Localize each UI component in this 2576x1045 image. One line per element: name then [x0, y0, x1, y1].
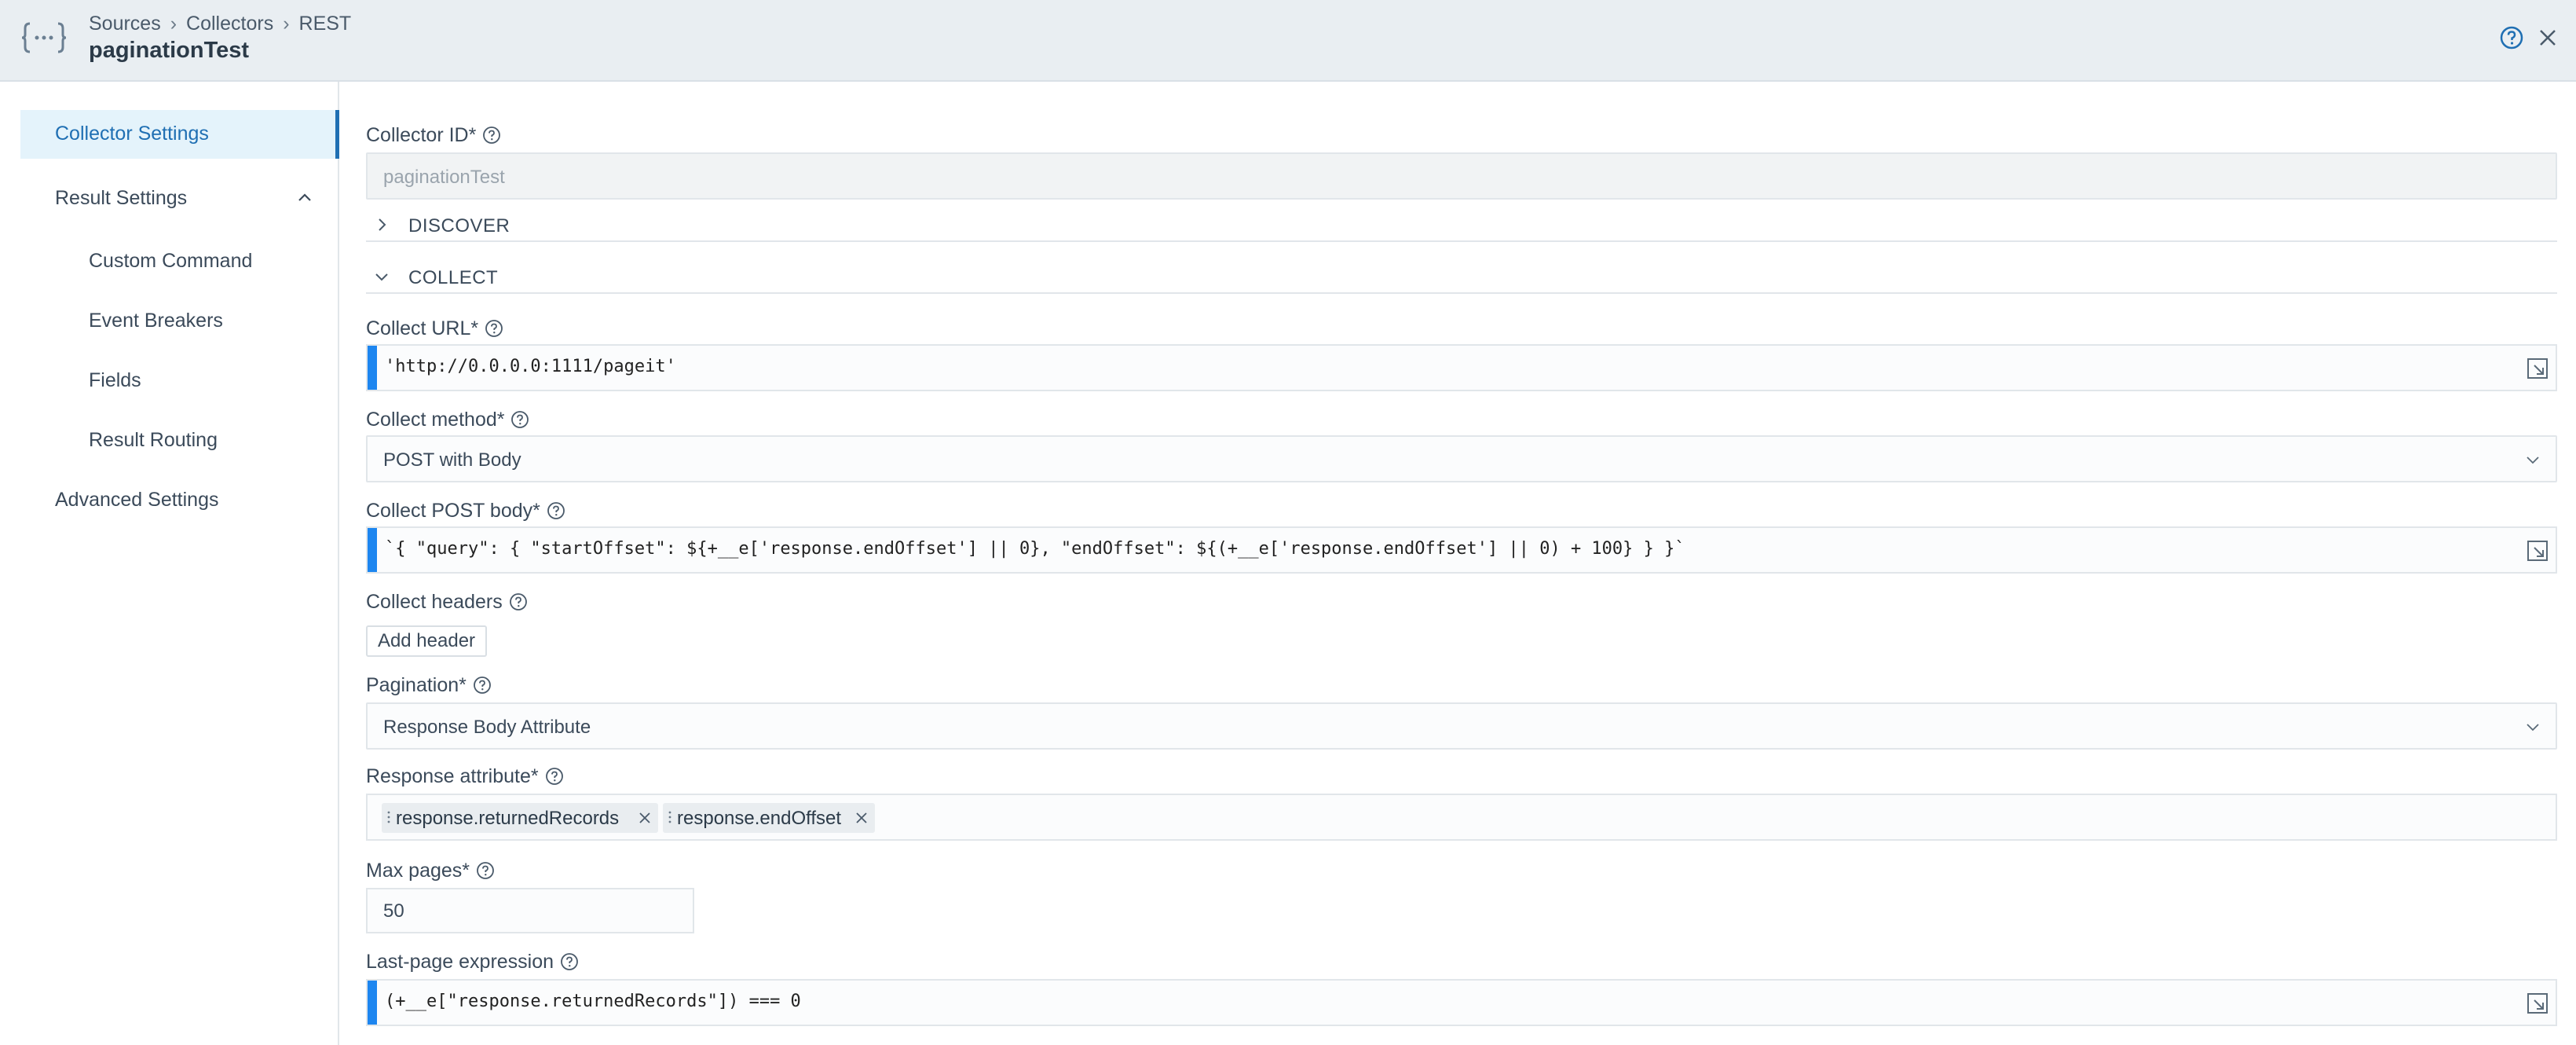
rest-collector-icon [22, 22, 66, 53]
tag-label: response.returnedRecords [396, 808, 620, 829]
last-page-expression-value: (+__e["response.returnedRecords"]) === 0 [385, 992, 801, 1011]
sidebar-item-custom-command[interactable]: Custom Command [89, 250, 252, 273]
help-icon[interactable] [2499, 25, 2524, 50]
expand-editor-icon[interactable] [2526, 539, 2549, 563]
response-attribute-label: Response attribute* [366, 765, 564, 788]
collect-url-value: 'http://0.0.0.0:1111/pageit' [385, 357, 676, 376]
collect-post-body-label: Collect POST body* [366, 500, 565, 522]
breadcrumb-rest[interactable]: REST [299, 13, 352, 35]
expand-editor-icon[interactable] [2526, 357, 2549, 380]
help-icon[interactable] [476, 861, 495, 880]
breadcrumb-collectors[interactable]: Collectors [186, 13, 273, 35]
page-title: paginationTest [89, 38, 250, 63]
breadcrumb-separator: › [170, 13, 177, 35]
help-icon[interactable] [510, 410, 529, 429]
remove-tag-icon[interactable] [854, 811, 869, 825]
help-icon[interactable] [473, 676, 492, 695]
add-header-button[interactable]: Add header [366, 625, 487, 657]
max-pages-value: 50 [383, 900, 404, 922]
header-bar: Sources › Collectors › REST paginationTest [0, 0, 2576, 82]
response-attribute-tag[interactable]: response.endOffset [663, 803, 875, 833]
breadcrumb-separator: › [283, 13, 290, 35]
sidebar-item-result-settings[interactable]: Result Settings [55, 187, 187, 210]
max-pages-label: Max pages* [366, 860, 495, 882]
drag-handle-icon[interactable] [386, 810, 391, 824]
chevron-down-icon [2527, 456, 2539, 464]
pagination-value: Response Body Attribute [383, 717, 591, 738]
help-icon[interactable] [547, 501, 565, 520]
drag-handle-icon[interactable] [668, 810, 672, 824]
collector-id-value: paginationTest [383, 167, 505, 188]
sidebar-item-fields[interactable]: Fields [89, 369, 141, 392]
help-icon[interactable] [482, 126, 501, 145]
response-attribute-tag[interactable]: response.returnedRecords [382, 803, 658, 833]
discover-section-label: DISCOVER [408, 215, 510, 236]
help-icon[interactable] [560, 952, 579, 971]
expand-editor-icon[interactable] [2526, 992, 2549, 1015]
help-icon[interactable] [509, 592, 528, 611]
breadcrumb: Sources › Collectors › REST [89, 13, 351, 35]
collect-method-select[interactable]: POST with Body [366, 435, 2557, 482]
code-indicator-bar [368, 528, 377, 572]
last-page-expression-label: Last-page expression [366, 951, 579, 974]
breadcrumb-sources[interactable]: Sources [89, 13, 161, 35]
collector-id-label: Collector ID* [366, 124, 501, 147]
settings-sidebar [0, 82, 339, 1045]
sidebar-item-collector-settings[interactable]: Collector Settings [20, 110, 339, 159]
sidebar-item-advanced-settings[interactable]: Advanced Settings [55, 489, 218, 512]
sidebar-item-event-breakers[interactable]: Event Breakers [89, 310, 223, 332]
collect-headers-label: Collect headers [366, 591, 528, 614]
collect-section-toggle[interactable]: COLLECT [366, 262, 2557, 294]
chevron-down-icon [375, 273, 388, 281]
collect-method-value: POST with Body [383, 449, 521, 471]
chevron-up-icon[interactable] [295, 189, 314, 207]
sidebar-item-label: Collector Settings [55, 123, 209, 145]
pagination-label: Pagination* [366, 674, 492, 697]
help-icon[interactable] [545, 767, 564, 786]
collector-id-input[interactable]: paginationTest [366, 152, 2557, 200]
tag-label: response.endOffset [677, 808, 842, 829]
code-indicator-bar [368, 981, 377, 1025]
sidebar-item-result-routing[interactable]: Result Routing [89, 429, 218, 452]
max-pages-input[interactable]: 50 [366, 888, 694, 933]
collect-post-body-editor[interactable]: `{ "query": { "startOffset": ${+__e['res… [366, 526, 2557, 574]
remove-tag-icon[interactable] [638, 811, 652, 825]
collect-section-label: COLLECT [408, 267, 499, 288]
code-indicator-bar [368, 346, 377, 390]
response-attribute-tag-input[interactable]: response.returnedRecords response.endOff… [366, 794, 2557, 841]
pagination-select[interactable]: Response Body Attribute [366, 702, 2557, 750]
last-page-expression-editor[interactable]: (+__e["response.returnedRecords"]) === 0 [366, 979, 2557, 1026]
close-icon[interactable] [2535, 25, 2560, 50]
help-icon[interactable] [485, 319, 503, 338]
discover-section-toggle[interactable]: DISCOVER [366, 211, 2557, 242]
collect-url-label: Collect URL* [366, 317, 503, 340]
collect-post-body-value: `{ "query": { "startOffset": ${+__e['res… [385, 539, 1685, 559]
collect-method-label: Collect method* [366, 409, 529, 431]
chevron-right-icon [379, 218, 386, 231]
collect-url-editor[interactable]: 'http://0.0.0.0:1111/pageit' [366, 344, 2557, 391]
chevron-down-icon [2527, 724, 2539, 732]
